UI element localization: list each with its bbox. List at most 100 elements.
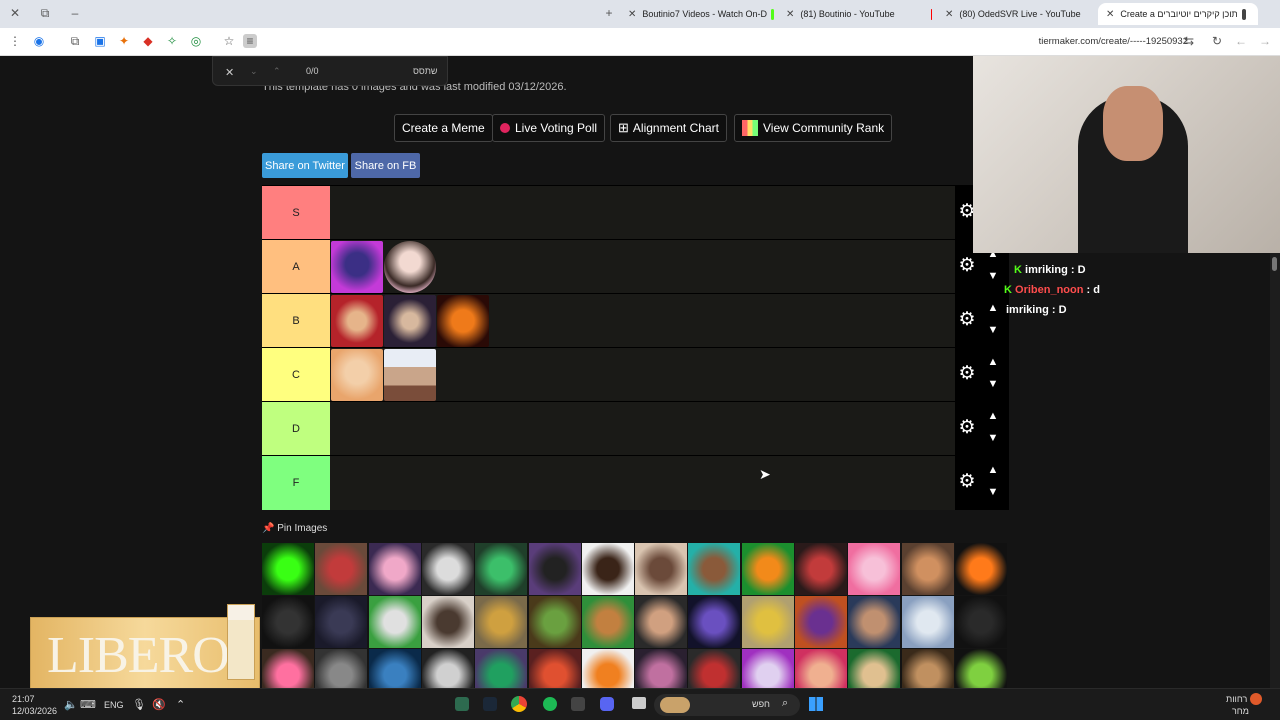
tier-drop-area[interactable] bbox=[330, 294, 955, 348]
pool-image[interactable] bbox=[848, 543, 901, 595]
pool-image[interactable] bbox=[528, 543, 581, 595]
chevron-up-icon[interactable]: ▲ bbox=[985, 356, 1001, 368]
gear-icon[interactable]: ⚙ bbox=[957, 364, 977, 384]
alignment-chart-button[interactable]: ⊞ Alignment Chart bbox=[610, 114, 727, 142]
pool-image[interactable] bbox=[528, 596, 581, 648]
pool-image[interactable] bbox=[262, 649, 314, 688]
pool-image[interactable] bbox=[581, 596, 634, 648]
pool-image[interactable] bbox=[954, 596, 1007, 648]
tab-close-icon[interactable]: ✕ bbox=[628, 9, 636, 20]
extension-icon[interactable]: ◆ bbox=[141, 34, 155, 48]
menu-icon[interactable]: ⋮ bbox=[8, 34, 22, 48]
gear-icon[interactable]: ⚙ bbox=[957, 472, 977, 492]
extension-icon[interactable]: ▣ bbox=[93, 34, 107, 48]
tab-youtube-odedsvr[interactable]: ✕ (80) OdedSVR Live - YouTube bbox=[945, 3, 1093, 25]
mute-icon[interactable]: 🔇 bbox=[152, 698, 166, 711]
tier-image[interactable] bbox=[437, 295, 489, 347]
pool-image[interactable] bbox=[635, 596, 688, 648]
pool-image[interactable] bbox=[528, 649, 581, 688]
pool-image[interactable] bbox=[368, 543, 421, 595]
live-voting-poll-button[interactable]: Live Voting Poll bbox=[492, 114, 606, 142]
extension-icon[interactable]: ◎ bbox=[189, 34, 203, 48]
discord-icon[interactable] bbox=[600, 697, 614, 711]
pool-image[interactable] bbox=[741, 543, 794, 595]
pool-image[interactable] bbox=[368, 649, 421, 688]
tier-image[interactable] bbox=[331, 295, 383, 347]
tray-chevron-up-icon[interactable]: ⌃ bbox=[176, 698, 185, 711]
network-icon[interactable]: ⌨ bbox=[80, 698, 96, 711]
pool-image[interactable] bbox=[581, 543, 634, 595]
share-twitter-button[interactable]: Share on Twitter bbox=[262, 153, 348, 178]
tab-close-icon[interactable]: ✕ bbox=[945, 9, 953, 20]
ad-banner[interactable]: LIBERO bbox=[30, 604, 260, 690]
extension-icon[interactable]: ✦ bbox=[117, 34, 131, 48]
pool-image[interactable] bbox=[795, 649, 847, 688]
pool-image[interactable] bbox=[635, 649, 688, 688]
pool-image[interactable] bbox=[475, 543, 528, 595]
spotify-icon[interactable] bbox=[543, 697, 557, 711]
tier-label[interactable]: B bbox=[262, 294, 330, 348]
tier-drop-area[interactable] bbox=[330, 240, 955, 294]
chevron-down-icon[interactable]: ⌄ bbox=[250, 66, 258, 77]
bookmark-star-icon[interactable]: ☆ bbox=[222, 34, 236, 48]
pool-image[interactable] bbox=[421, 596, 474, 648]
pool-image[interactable] bbox=[635, 543, 688, 595]
tier-image[interactable] bbox=[384, 241, 436, 293]
pool-image[interactable] bbox=[688, 543, 741, 595]
steam-icon[interactable] bbox=[483, 697, 497, 711]
new-tab-icon[interactable]: + bbox=[602, 6, 616, 20]
clock-date[interactable]: 12/03/2026 bbox=[12, 706, 57, 716]
tier-image[interactable] bbox=[331, 241, 383, 293]
tier-image[interactable] bbox=[384, 349, 436, 401]
tier-drop-area[interactable] bbox=[330, 402, 955, 456]
weather-sub[interactable]: מחר bbox=[1232, 706, 1249, 716]
input-language[interactable]: ENG bbox=[104, 700, 124, 710]
tune-icon[interactable]: ⇆ bbox=[1182, 34, 1196, 48]
app-icon[interactable] bbox=[571, 697, 585, 711]
tier-drop-area[interactable] bbox=[330, 186, 955, 240]
view-community-rank-button[interactable]: View Community Rank bbox=[734, 114, 893, 142]
gear-icon[interactable]: ⚙ bbox=[957, 256, 977, 276]
close-icon[interactable]: ✕ bbox=[225, 66, 234, 79]
pool-image[interactable] bbox=[315, 596, 368, 648]
pool-image[interactable] bbox=[901, 596, 954, 648]
pool-image[interactable] bbox=[741, 649, 794, 688]
pool-image[interactable] bbox=[421, 543, 474, 595]
reload-icon[interactable]: ↻ bbox=[1210, 34, 1224, 48]
tier-label[interactable]: F bbox=[262, 456, 330, 510]
extension-icon[interactable]: ◉ bbox=[32, 34, 46, 48]
pool-image[interactable] bbox=[848, 649, 901, 688]
pool-image[interactable] bbox=[475, 596, 528, 648]
microphone-icon[interactable]: 🎙 bbox=[132, 698, 146, 711]
chevron-down-icon[interactable]: ▼ bbox=[985, 432, 1001, 444]
weather-label[interactable]: רחוות bbox=[1226, 694, 1247, 704]
app-icon[interactable] bbox=[455, 697, 469, 711]
pool-image[interactable] bbox=[741, 596, 794, 648]
pool-image[interactable] bbox=[795, 543, 847, 595]
tab-kick[interactable]: ✕ Boutinio7 Videos - Watch On-D bbox=[628, 3, 778, 25]
pool-image[interactable] bbox=[901, 543, 954, 595]
file-explorer-icon[interactable] bbox=[632, 697, 646, 709]
extension-icon[interactable]: ✧ bbox=[165, 34, 179, 48]
pool-image[interactable] bbox=[262, 596, 314, 648]
pool-image[interactable] bbox=[901, 649, 954, 688]
site-info-icon[interactable]: ≡ bbox=[243, 34, 257, 48]
gear-icon[interactable]: ⚙ bbox=[957, 310, 977, 330]
forward-icon[interactable]: ← bbox=[1234, 34, 1248, 48]
page-scrollbar[interactable] bbox=[1270, 253, 1280, 688]
chevron-down-icon[interactable]: ▼ bbox=[985, 486, 1001, 498]
tier-image[interactable] bbox=[331, 349, 383, 401]
clock-time[interactable]: 21:07 bbox=[12, 694, 35, 704]
pool-image[interactable] bbox=[315, 543, 368, 595]
chevron-down-icon[interactable]: ▼ bbox=[985, 378, 1001, 390]
volume-icon[interactable]: 🔈 bbox=[64, 698, 78, 711]
windows-start-icon[interactable] bbox=[809, 697, 823, 711]
chrome-icon[interactable] bbox=[511, 696, 527, 712]
pool-image[interactable] bbox=[475, 649, 528, 688]
taskbar-search[interactable]: חפש ⌕ bbox=[654, 694, 800, 716]
tier-label[interactable]: C bbox=[262, 348, 330, 402]
pool-image[interactable] bbox=[315, 649, 368, 688]
pool-image[interactable] bbox=[421, 649, 474, 688]
scrollbar-thumb[interactable] bbox=[1272, 257, 1277, 271]
pool-image[interactable] bbox=[581, 649, 634, 688]
